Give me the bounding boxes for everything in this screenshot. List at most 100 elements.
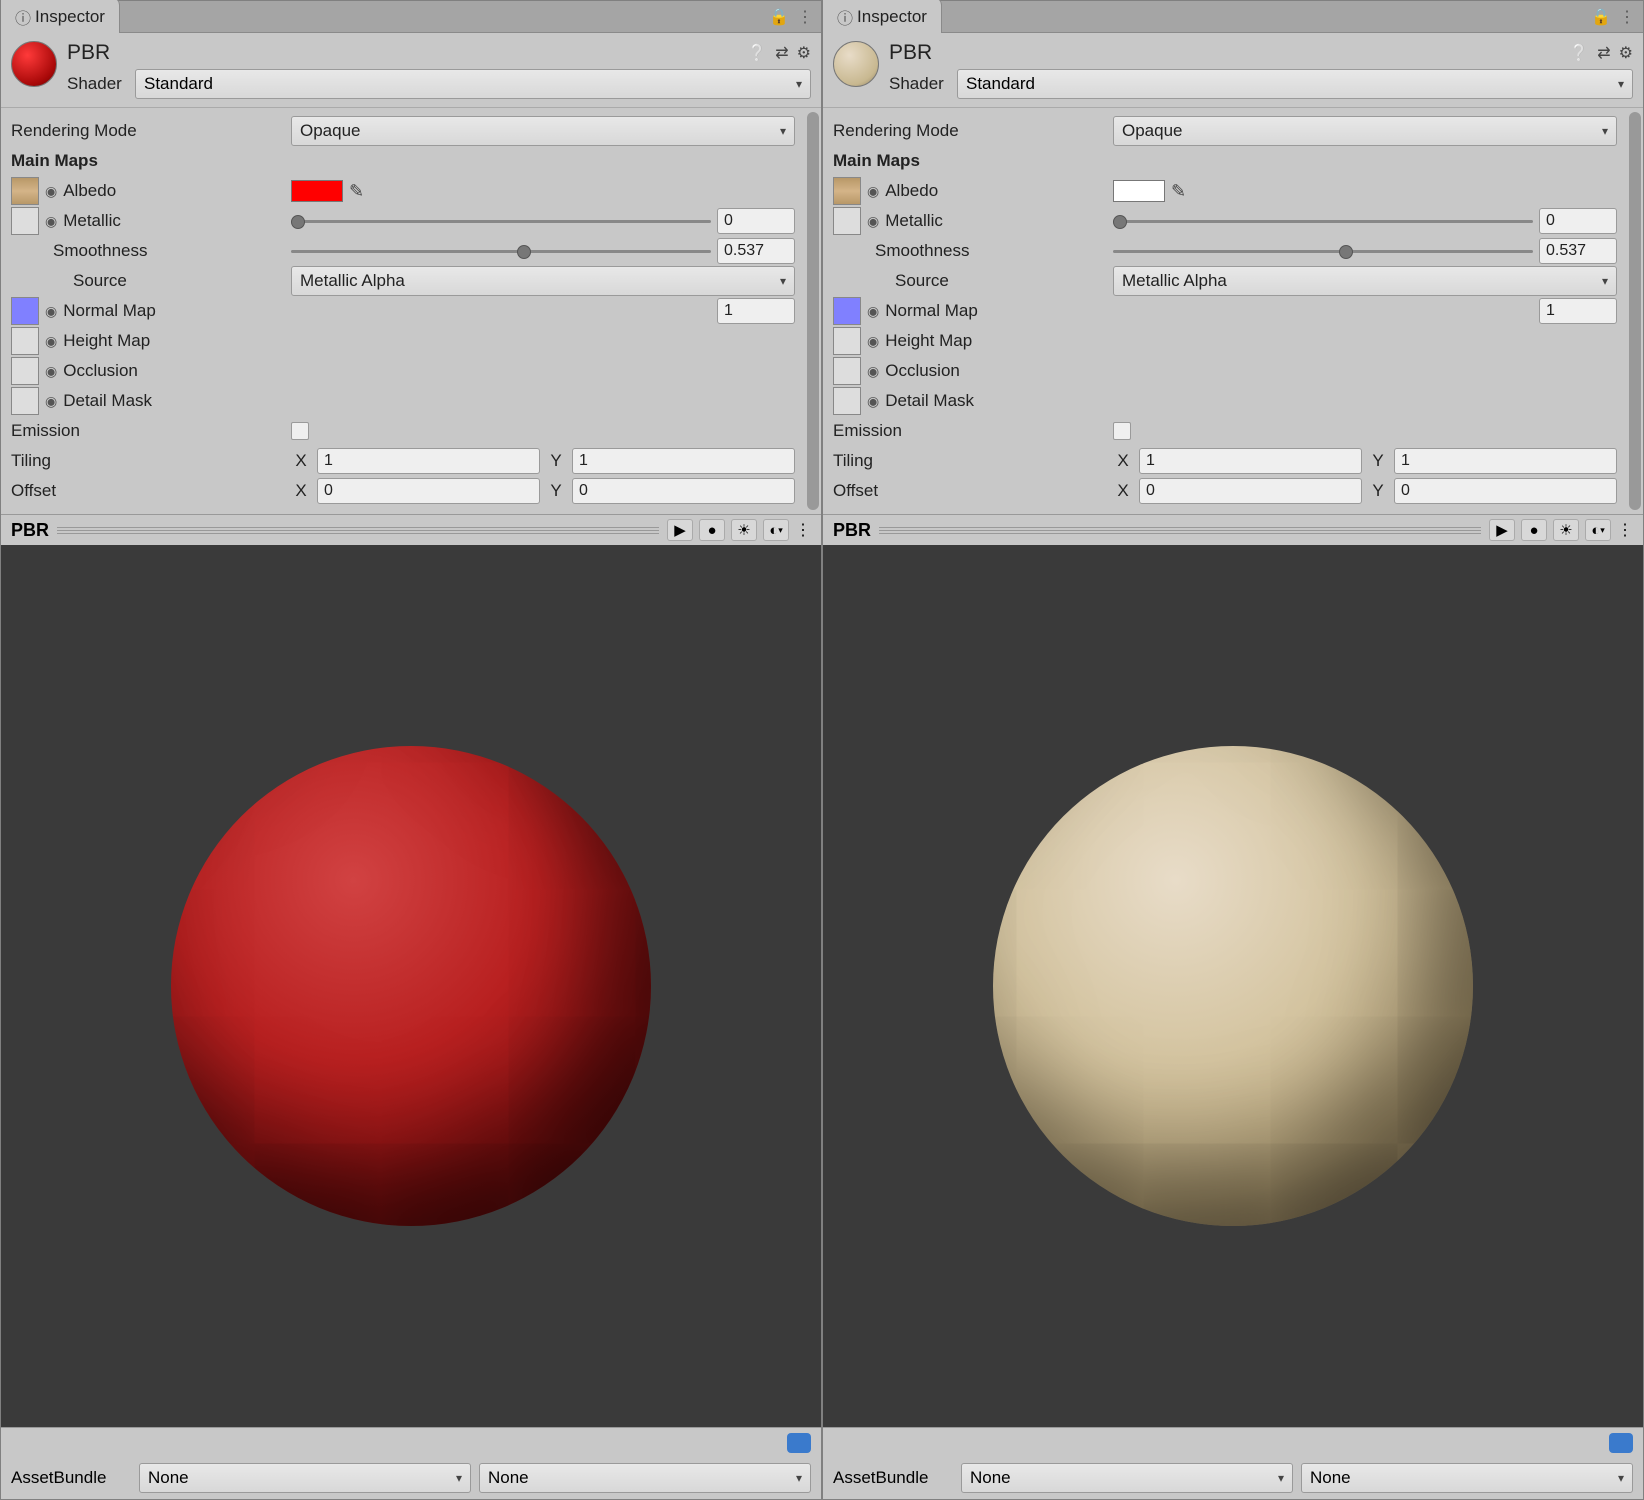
emission-checkbox[interactable] [1113, 422, 1131, 440]
play-icon[interactable]: ▶ [667, 519, 693, 541]
normal-value[interactable]: 1 [717, 298, 795, 324]
height-map-label: Height Map [885, 331, 972, 351]
rendering-mode-dropdown[interactable]: Opaque▾ [291, 116, 795, 146]
shape-icon[interactable]: ● [1521, 519, 1547, 541]
tiling-x[interactable]: 1 [317, 448, 540, 474]
material-preview-thumb[interactable] [833, 41, 879, 87]
chevron-down-icon: ▾ [796, 77, 802, 91]
asset-bundle-name-dropdown[interactable]: None▾ [139, 1463, 471, 1493]
height-texture-slot[interactable] [833, 327, 861, 355]
inspector-tab[interactable]: ⓘ Inspector [823, 0, 942, 35]
metallic-texture-slot[interactable] [11, 207, 39, 235]
scrollbar[interactable] [1629, 112, 1641, 510]
metallic-value[interactable]: 0 [1539, 208, 1617, 234]
light-icon[interactable]: ☀ [731, 519, 757, 541]
asset-bundle-variant-dropdown[interactable]: None▾ [479, 1463, 811, 1493]
menu-icon[interactable]: ⋮ [795, 520, 811, 540]
asset-bundle-row: AssetBundle None▾ None▾ [823, 1457, 1643, 1499]
asset-bundle-name-dropdown[interactable]: None▾ [961, 1463, 1293, 1493]
material-preview[interactable] [823, 545, 1643, 1427]
tiling-y[interactable]: 1 [572, 448, 795, 474]
lock-icon[interactable]: 🔒 [1591, 7, 1611, 27]
target-icon[interactable]: ◉ [45, 333, 57, 350]
offset-x[interactable]: 0 [317, 478, 540, 504]
normal-texture-slot[interactable] [11, 297, 39, 325]
detail-mask-texture-slot[interactable] [11, 387, 39, 415]
detail-mask-texture-slot[interactable] [833, 387, 861, 415]
eyedropper-icon[interactable]: ✎ [349, 181, 364, 202]
smoothness-slider[interactable] [291, 243, 711, 259]
chevron-down-icon: ▾ [1602, 274, 1608, 288]
smoothness-value[interactable]: 0.537 [1539, 238, 1617, 264]
target-icon[interactable]: ◉ [867, 333, 879, 350]
target-icon[interactable]: ◉ [45, 213, 57, 230]
target-icon[interactable]: ◉ [867, 393, 879, 410]
normal-value[interactable]: 1 [1539, 298, 1617, 324]
asset-bundle-variant-dropdown[interactable]: None▾ [1301, 1463, 1633, 1493]
material-preview-thumb[interactable] [11, 41, 57, 87]
drag-handle[interactable] [57, 526, 659, 534]
menu-icon[interactable]: ⋮ [797, 7, 813, 27]
menu-icon[interactable]: ⋮ [1617, 520, 1633, 540]
tiling-y[interactable]: 1 [1394, 448, 1617, 474]
shader-dropdown[interactable]: Standard▾ [957, 69, 1633, 99]
offset-y[interactable]: 0 [572, 478, 795, 504]
scrollbar[interactable] [807, 112, 819, 510]
material-preview[interactable] [1, 545, 821, 1427]
drag-handle[interactable] [879, 526, 1481, 534]
shader-dropdown[interactable]: Standard▾ [135, 69, 811, 99]
rendering-mode-dropdown[interactable]: Opaque▾ [1113, 116, 1617, 146]
metallic-value[interactable]: 0 [717, 208, 795, 234]
asset-label-icon[interactable] [1609, 1433, 1633, 1453]
sky-icon[interactable]: ◐▾ [763, 519, 789, 541]
target-icon[interactable]: ◉ [867, 213, 879, 230]
eyedropper-icon[interactable]: ✎ [1171, 181, 1186, 202]
target-icon[interactable]: ◉ [45, 183, 57, 200]
metallic-texture-slot[interactable] [833, 207, 861, 235]
emission-checkbox[interactable] [291, 422, 309, 440]
smoothness-source-dropdown[interactable]: Metallic Alpha▾ [291, 266, 795, 296]
metallic-slider[interactable] [291, 213, 711, 229]
gear-icon[interactable]: ⚙ [1619, 43, 1633, 63]
gear-icon[interactable]: ⚙ [797, 43, 811, 63]
main-maps-header: Main Maps [11, 146, 811, 176]
material-header: PBR ❔ ⇄ ⚙ Shader Standard▾ [823, 33, 1643, 107]
preset-icon[interactable]: ⇄ [775, 43, 788, 63]
smoothness-value[interactable]: 0.537 [717, 238, 795, 264]
help-icon[interactable]: ❔ [747, 43, 767, 63]
info-icon: ⓘ [837, 5, 853, 29]
albedo-color-swatch[interactable] [291, 180, 343, 202]
preview-header: PBR ▶ ● ☀ ◐▾ ⋮ [823, 514, 1643, 545]
light-icon[interactable]: ☀ [1553, 519, 1579, 541]
tiling-x[interactable]: 1 [1139, 448, 1362, 474]
inspector-tab[interactable]: ⓘ Inspector [1, 0, 120, 35]
smoothness-slider[interactable] [1113, 243, 1533, 259]
target-icon[interactable]: ◉ [45, 363, 57, 380]
lock-icon[interactable]: 🔒 [769, 7, 789, 27]
preset-icon[interactable]: ⇄ [1597, 43, 1610, 63]
metallic-slider[interactable] [1113, 213, 1533, 229]
target-icon[interactable]: ◉ [867, 303, 879, 320]
preview-label: PBR [11, 520, 49, 541]
albedo-color-swatch[interactable] [1113, 180, 1165, 202]
play-icon[interactable]: ▶ [1489, 519, 1515, 541]
offset-y[interactable]: 0 [1394, 478, 1617, 504]
albedo-texture-slot[interactable] [11, 177, 39, 205]
menu-icon[interactable]: ⋮ [1619, 7, 1635, 27]
shape-icon[interactable]: ● [699, 519, 725, 541]
occlusion-texture-slot[interactable] [833, 357, 861, 385]
offset-x[interactable]: 0 [1139, 478, 1362, 504]
target-icon[interactable]: ◉ [867, 363, 879, 380]
target-icon[interactable]: ◉ [45, 393, 57, 410]
smoothness-source-dropdown[interactable]: Metallic Alpha▾ [1113, 266, 1617, 296]
asset-label-icon[interactable] [787, 1433, 811, 1453]
occlusion-texture-slot[interactable] [11, 357, 39, 385]
height-texture-slot[interactable] [11, 327, 39, 355]
target-icon[interactable]: ◉ [867, 183, 879, 200]
help-icon[interactable]: ❔ [1569, 43, 1589, 63]
sky-icon[interactable]: ◐▾ [1585, 519, 1611, 541]
normal-texture-slot[interactable] [833, 297, 861, 325]
detail-mask-label: Detail Mask [63, 391, 152, 411]
target-icon[interactable]: ◉ [45, 303, 57, 320]
albedo-texture-slot[interactable] [833, 177, 861, 205]
